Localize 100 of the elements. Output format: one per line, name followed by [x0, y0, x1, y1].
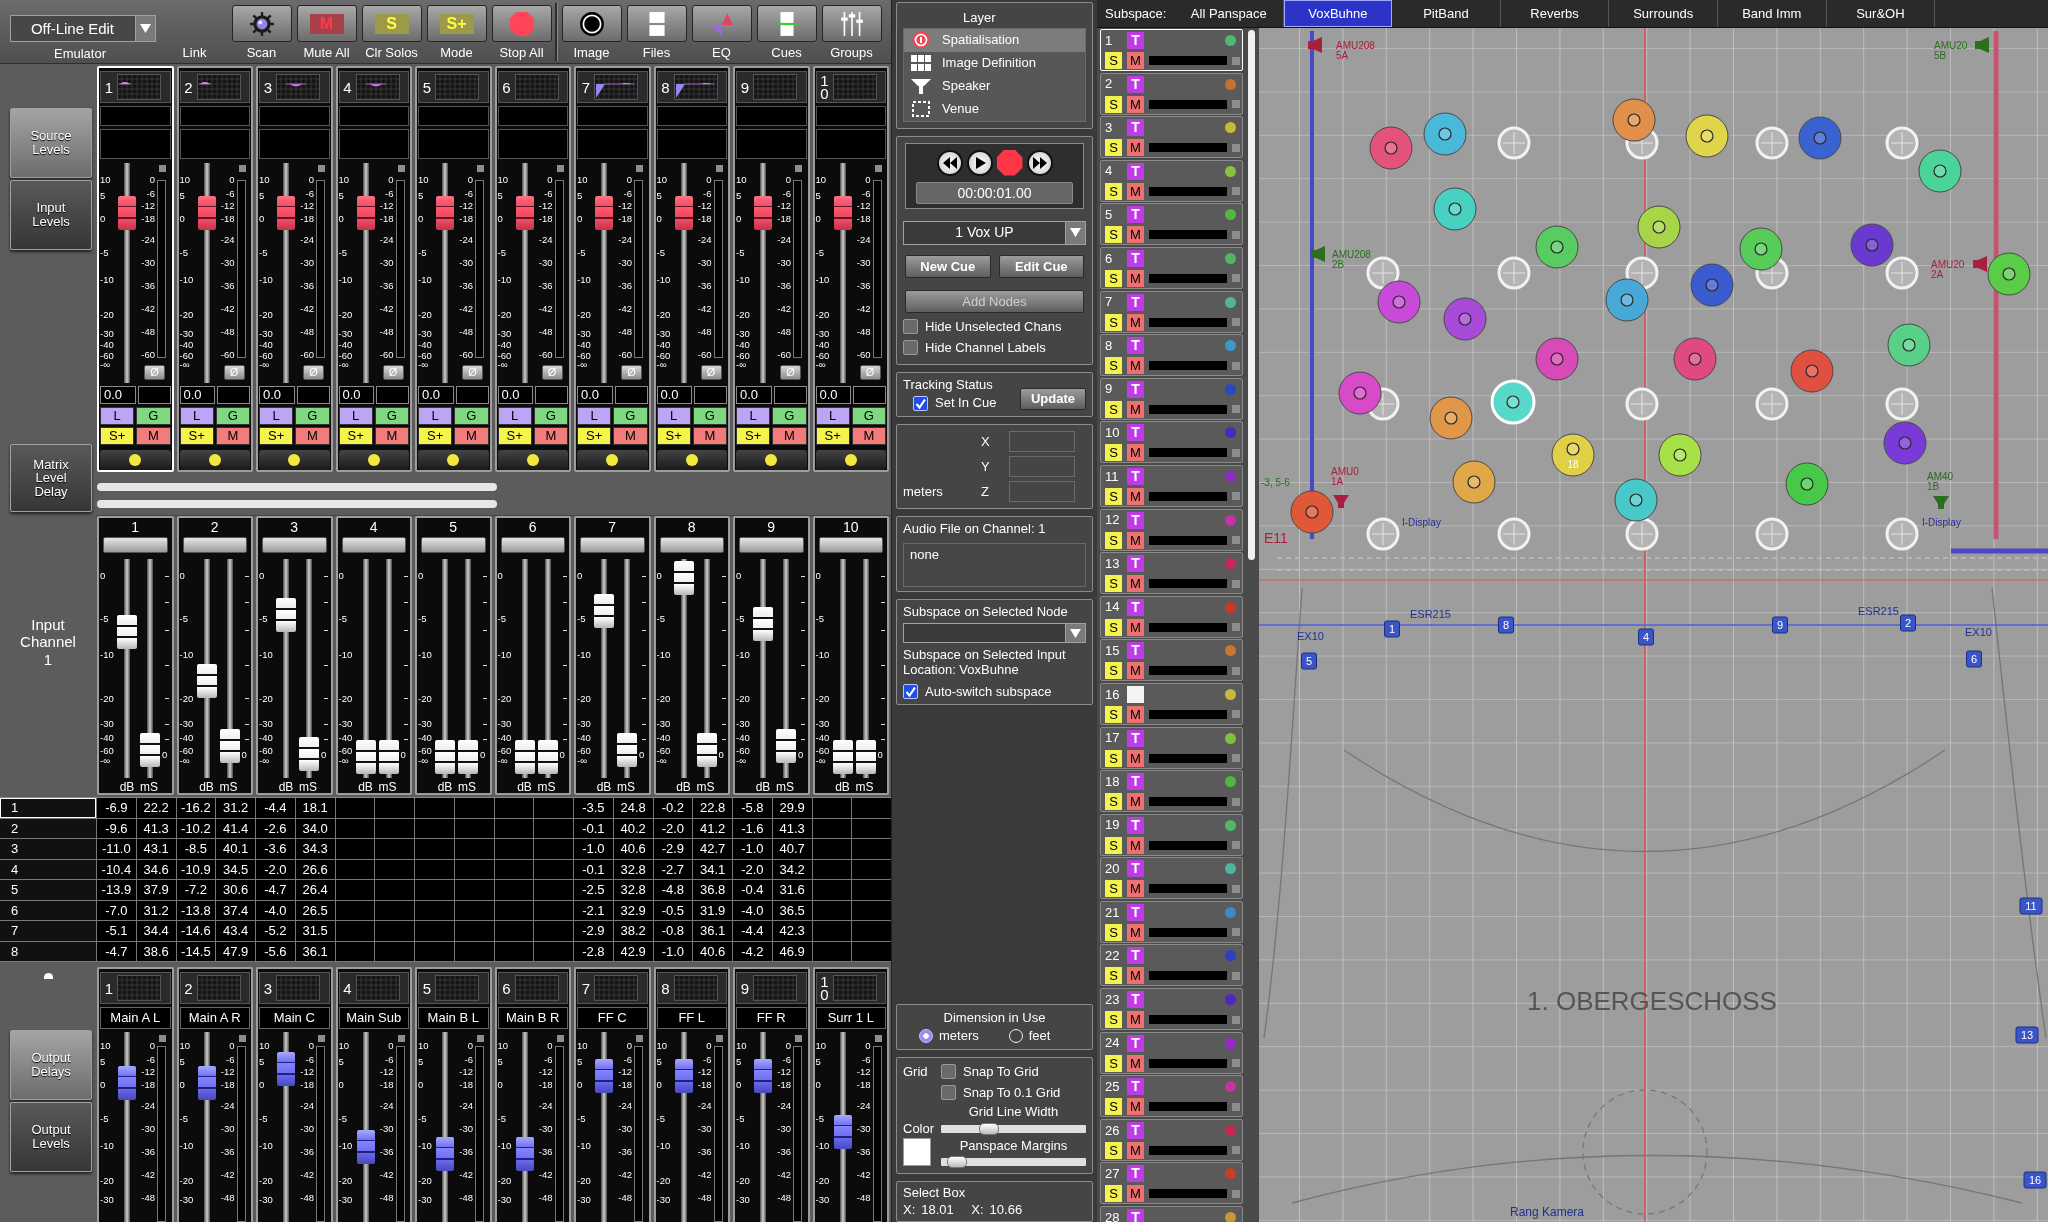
channel-row[interactable]: 22 T S M [1100, 944, 1243, 987]
mute-button[interactable]: M [1127, 269, 1144, 287]
subspace-tab[interactable]: PitBand [1392, 0, 1501, 27]
strip-select-button[interactable] [580, 537, 645, 553]
solo-button[interactable]: S [1105, 575, 1122, 593]
mute-button[interactable]: M [1127, 313, 1144, 331]
track-button[interactable]: T [1127, 424, 1144, 442]
group-toggle-button[interactable]: G [613, 407, 648, 425]
mute-button[interactable]: M [1127, 1011, 1144, 1029]
fader-thumb[interactable] [537, 740, 558, 775]
channel-row[interactable]: 11 T S M [1100, 464, 1243, 507]
channel-row[interactable]: 25 T S M [1100, 1075, 1243, 1118]
solo-button[interactable]: S [1105, 618, 1122, 636]
view-button[interactable]: Output Delays [10, 1030, 92, 1100]
gain-field[interactable]: 0.0 [100, 386, 136, 404]
input-strip[interactable]: 8 10 5 0 -5 -10 -20 -30 -40 -60 -∞ 0 -6 -12 -18 -24 -30 -36 -42 -48 -60 Ø 0.0 L G S+ M [653, 66, 730, 472]
fader-thumb[interactable] [515, 196, 534, 231]
channel-row[interactable]: 14 T S M [1100, 595, 1243, 638]
crosshair-marker-icon[interactable] [1366, 517, 1400, 551]
row-label[interactable]: 3 [0, 839, 96, 859]
channel-row[interactable]: 17 T S M [1100, 726, 1243, 769]
mute-button[interactable]: M [1127, 575, 1144, 593]
channel-row[interactable]: 3 T S M [1100, 116, 1243, 159]
link-toggle-button[interactable]: L [577, 407, 612, 425]
mute-button[interactable]: M [533, 427, 568, 445]
track-button[interactable]: T [1127, 1165, 1144, 1183]
solo-button[interactable]: S [1105, 400, 1122, 418]
track-button[interactable]: T [1127, 75, 1144, 93]
solo-button[interactable]: S [1105, 95, 1122, 113]
coordinate-field[interactable] [1009, 430, 1075, 452]
strip-select-button[interactable] [500, 537, 565, 553]
scrollbar[interactable] [97, 500, 497, 508]
stop-button[interactable] [996, 149, 1023, 176]
track-button[interactable]: T [1127, 337, 1144, 355]
scrollbar[interactable] [1248, 30, 1255, 560]
mute-button[interactable]: M [1127, 705, 1144, 723]
funnel-icon[interactable] [1333, 495, 1349, 508]
solo-button[interactable]: S [1105, 531, 1122, 549]
group-toggle-button[interactable]: G [136, 407, 171, 425]
channel-node[interactable] [1785, 462, 1829, 506]
crosshair-marker-icon[interactable] [1755, 517, 1789, 551]
gain-field[interactable]: 0.0 [338, 386, 375, 404]
speaker-tag[interactable]: 1 [1384, 620, 1400, 638]
fader-thumb[interactable] [776, 729, 796, 764]
strip-select-button[interactable] [103, 537, 168, 553]
layer-item[interactable]: Venue [904, 97, 1085, 121]
crosshair-marker-icon[interactable] [1885, 517, 1919, 551]
channel-row[interactable]: 6 T S M [1100, 246, 1243, 289]
channel-row[interactable]: 24 T S M [1100, 1031, 1243, 1074]
track-button[interactable] [1127, 685, 1144, 703]
channel-node[interactable] [1433, 187, 1477, 231]
solo-button[interactable]: S [1105, 1185, 1122, 1203]
mute-button[interactable]: M [1127, 226, 1144, 244]
track-button[interactable]: T [1127, 555, 1144, 573]
mute-button[interactable]: M [1127, 1054, 1144, 1072]
fader-thumb[interactable] [197, 1066, 216, 1101]
speaker-tag[interactable]: 16 [2023, 1171, 2047, 1189]
channel-row[interactable]: 18 T S M [1100, 770, 1243, 813]
mute-button[interactable]: M [772, 427, 807, 445]
channel-node[interactable] [1377, 280, 1421, 324]
image-button[interactable] [561, 5, 622, 42]
rewind-button[interactable] [936, 149, 963, 176]
files-button[interactable] [626, 5, 687, 42]
mute-button[interactable]: M [1127, 662, 1144, 680]
solo-button[interactable]: S+ [497, 427, 532, 445]
speaker-tag[interactable]: 5 [1301, 652, 1317, 670]
group-toggle-button[interactable]: G [772, 407, 807, 425]
subspace-tab[interactable]: Band Imm [1717, 0, 1827, 27]
input-strip[interactable]: 2 10 5 0 -5 -10 -20 -30 -40 -60 -∞ 0 -6 -12 -18 -24 -30 -36 -42 -48 -60 Ø 0.0 L G S+ M [176, 66, 253, 472]
solo-button[interactable]: S [1105, 182, 1122, 200]
input-strip[interactable]: 10 10 5 0 -5 -10 -20 -30 -40 -60 -∞ 0 -6 -12 -18 -24 -30 -36 -42 -48 -60 Ø 0.0 L G S+ M [812, 66, 889, 472]
solo-button[interactable]: S+ [815, 427, 850, 445]
channel-row[interactable]: 10 T S M [1100, 421, 1243, 464]
solo-button[interactable]: S [1105, 880, 1122, 898]
row-label[interactable]: 7 [0, 921, 96, 941]
channel-row[interactable]: 2 T S M [1100, 72, 1243, 115]
fader-thumb[interactable] [754, 1058, 772, 1093]
channel-node[interactable] [1605, 278, 1649, 322]
checkbox[interactable] [903, 340, 918, 356]
gain-field[interactable]: 0.0 [497, 386, 534, 404]
fader-thumb[interactable] [595, 1058, 613, 1093]
subspace-tab[interactable]: All Panspace [1175, 0, 1284, 27]
mute-button[interactable]: M [1127, 182, 1144, 200]
fader-thumb[interactable] [674, 1058, 693, 1093]
panspace-canvas[interactable]: AMU208 5A AMU20 5B AMU208 2B AMU20 2A AMU0 1A AM40 1B E11 I-Display I-Display ESR215 ESR215 EX10 EX10 1. OBERGESCHOSS Rang Kamera -3, 5-6 1 8 4 9 2 5 6 11 13 16 18 [1259, 28, 2048, 1222]
row-label[interactable]: 4 [0, 859, 96, 879]
fader-thumb[interactable] [753, 607, 773, 642]
fader-thumb[interactable] [458, 740, 478, 775]
fader-thumb[interactable] [436, 1136, 454, 1171]
fader-thumb[interactable] [219, 729, 240, 764]
link-toggle-button[interactable]: L [259, 407, 294, 425]
channel-node[interactable] [1850, 223, 1894, 267]
fader-thumb[interactable] [855, 740, 876, 775]
subspace-tab[interactable]: Reverbs [1500, 0, 1610, 27]
channel-row[interactable]: 26 T S M [1100, 1118, 1243, 1161]
slider-thumb[interactable] [947, 1155, 968, 1168]
channel-row[interactable]: 19 T S M [1100, 813, 1243, 856]
mute-button[interactable]: M [1127, 357, 1144, 375]
strip-select-button[interactable] [421, 537, 486, 553]
gain-field[interactable]: 0.0 [656, 386, 693, 404]
